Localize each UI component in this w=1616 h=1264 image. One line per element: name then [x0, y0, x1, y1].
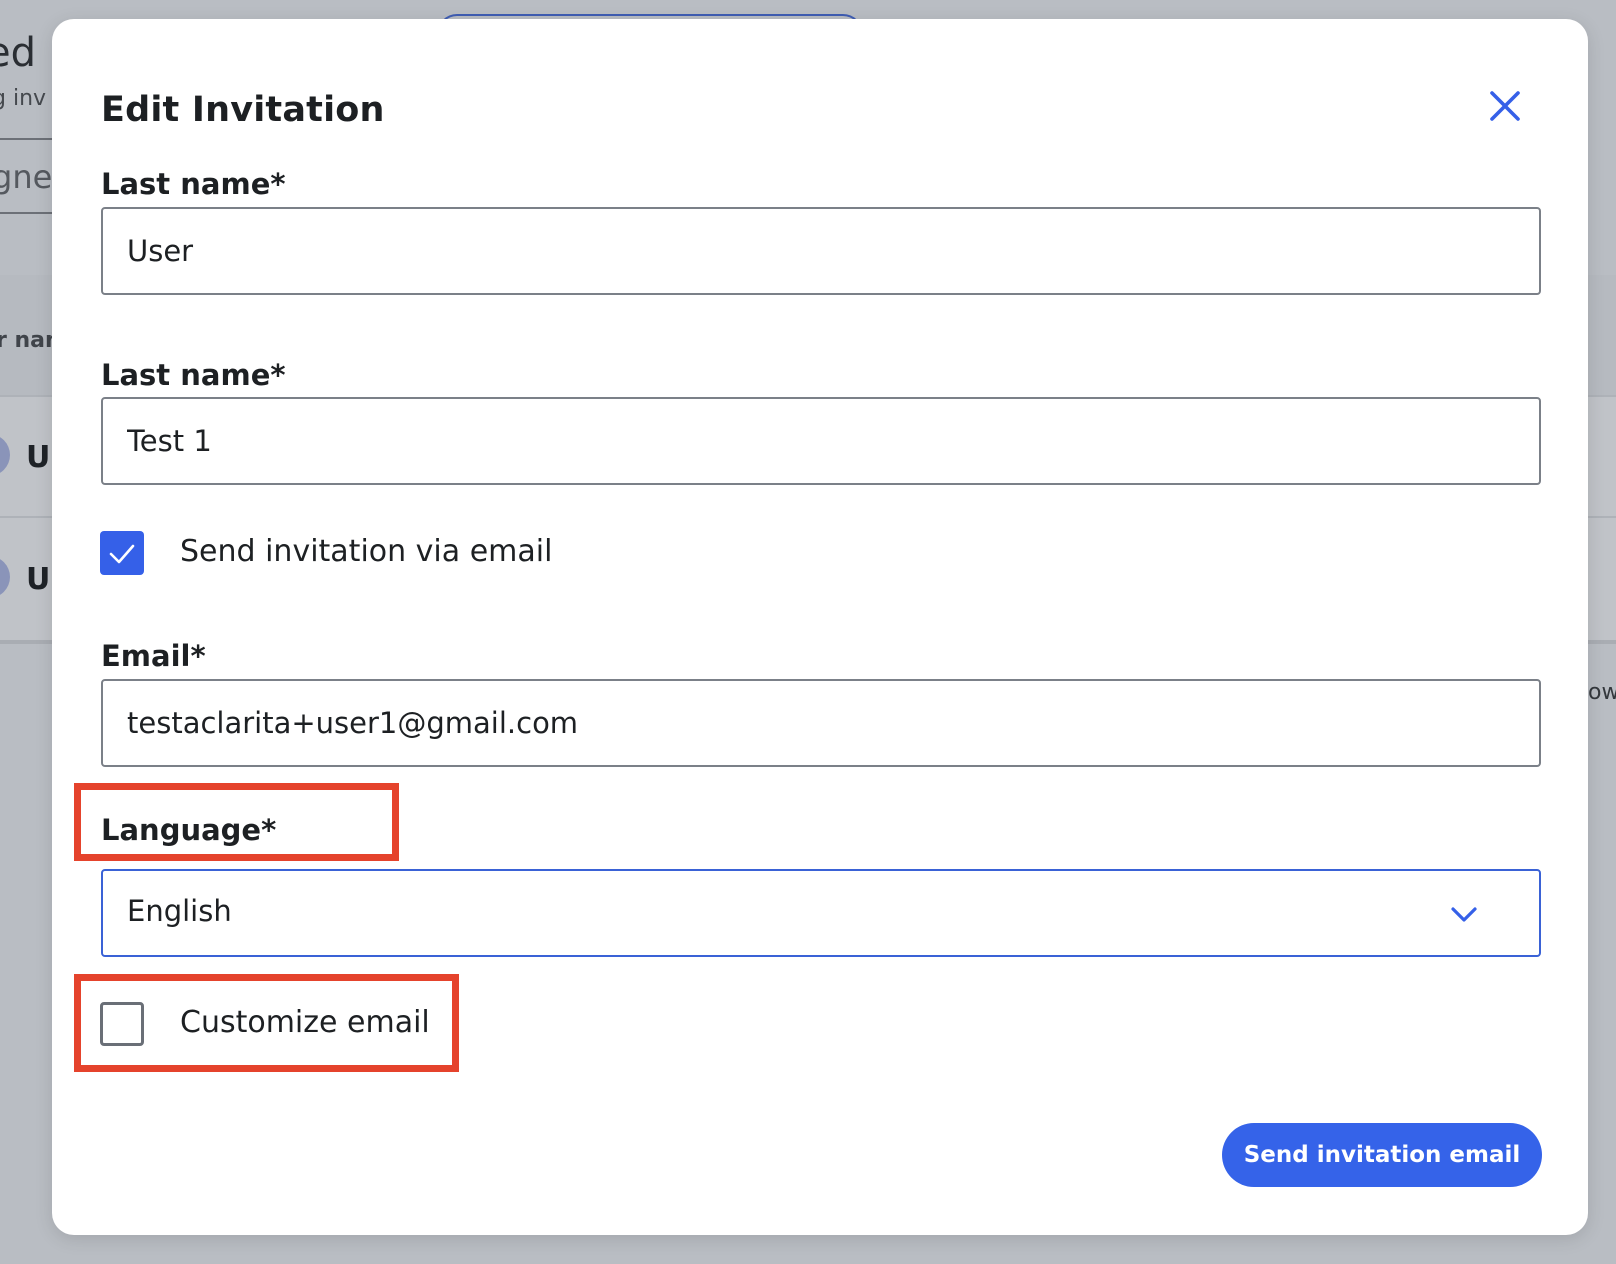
background-right-text: ow	[1588, 680, 1616, 705]
customize-email-label: Customize email	[180, 1005, 430, 1040]
language-selected-value: English	[127, 894, 232, 928]
background-page-subtitle: g inv	[0, 86, 47, 111]
close-button[interactable]	[1472, 73, 1538, 139]
last-name-input[interactable]	[101, 397, 1541, 485]
edit-invitation-dialog: Edit Invitation Last name* Last name* Se…	[52, 19, 1588, 1235]
email-field[interactable]	[101, 679, 1541, 767]
chevron-down-icon	[1451, 907, 1477, 922]
customize-email-checkbox[interactable]	[100, 1002, 144, 1046]
email-label: Email*	[101, 639, 206, 673]
checkmark-icon	[109, 544, 135, 564]
background-row-name: U	[26, 562, 51, 597]
close-icon	[1490, 91, 1520, 121]
dialog-title: Edit Invitation	[101, 90, 385, 130]
first-name-label: Last name*	[101, 167, 286, 201]
send-via-email-label: Send invitation via email	[180, 534, 553, 569]
language-select[interactable]: English	[101, 869, 1541, 957]
send-invitation-email-button[interactable]: Send invitation email	[1222, 1123, 1542, 1187]
first-name-input[interactable]	[101, 207, 1541, 295]
language-label: Language*	[101, 813, 277, 847]
background-row-name: U	[26, 440, 51, 475]
send-via-email-checkbox[interactable]	[100, 531, 144, 575]
last-name-label: Last name*	[101, 358, 286, 392]
